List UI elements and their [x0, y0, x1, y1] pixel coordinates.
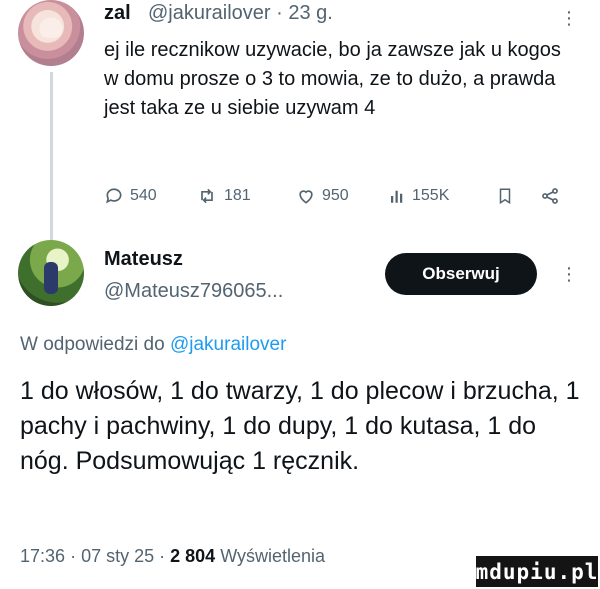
follow-button[interactable]: Obserwuj — [385, 253, 537, 295]
repost-button[interactable]: 181 — [196, 186, 251, 206]
like-count: 950 — [322, 187, 349, 204]
share-icon — [542, 188, 558, 204]
like-button[interactable]: 950 — [296, 186, 349, 206]
reply-count: 540 — [130, 187, 157, 204]
more-options-icon[interactable]: ⋮ — [560, 264, 578, 285]
views-chart-icon — [391, 190, 403, 203]
replying-to: W odpowiedzi do @jakurailover — [20, 334, 286, 356]
reply-text: 1 do włosów, 1 do twarzy, 1 do plecow i … — [20, 377, 580, 475]
reply-icon — [106, 188, 122, 204]
replying-to-link[interactable]: @jakurailover — [170, 334, 286, 355]
author-avatar[interactable] — [18, 0, 84, 66]
share-button[interactable] — [540, 186, 560, 206]
tweet-actions: 540 181 950 155K — [104, 186, 574, 214]
separator-dot: · — [70, 546, 82, 566]
tweet-time[interactable]: 23 g. — [288, 2, 332, 24]
tweet-meta: 17:36 · 07 sty 25 · 2 804 Wyświetlenia — [20, 546, 325, 567]
author-handle-and-time[interactable]: @jakurailover · 23 g. — [148, 2, 333, 25]
more-options-icon[interactable]: ⋮ — [560, 8, 578, 29]
post-date[interactable]: 07 sty 25 — [81, 546, 154, 566]
bookmark-button[interactable] — [496, 186, 514, 206]
repost-icon — [201, 188, 213, 204]
bookmark-icon — [499, 188, 511, 205]
reply-button[interactable]: 540 — [104, 186, 157, 206]
heart-icon — [299, 190, 313, 204]
reply-author-handle[interactable]: @Mateusz796065... — [104, 280, 283, 303]
separator-dot: · — [159, 546, 171, 566]
replying-prefix: W odpowiedzi do — [20, 334, 165, 355]
post-time[interactable]: 17:36 — [20, 546, 65, 566]
views-count: 155K — [412, 187, 450, 204]
views-button[interactable]: 155K — [388, 186, 449, 206]
views-label: Wyświetlenia — [220, 546, 326, 566]
repost-count: 181 — [224, 187, 251, 204]
reply-author-name[interactable]: Mateusz — [104, 248, 183, 271]
thread-connector-line — [50, 72, 53, 240]
author-name[interactable]: zal — [104, 2, 131, 25]
reply-author-avatar[interactable] — [18, 240, 84, 306]
author-handle[interactable]: @jakurailover — [148, 2, 271, 24]
view-count: 2 804 — [170, 546, 216, 566]
separator-dot: · — [276, 2, 289, 24]
tweet-text: ej ile recznikow uzywacie, bo ja zawsze … — [104, 39, 561, 119]
site-watermark: mdupiu.pl — [476, 556, 598, 587]
